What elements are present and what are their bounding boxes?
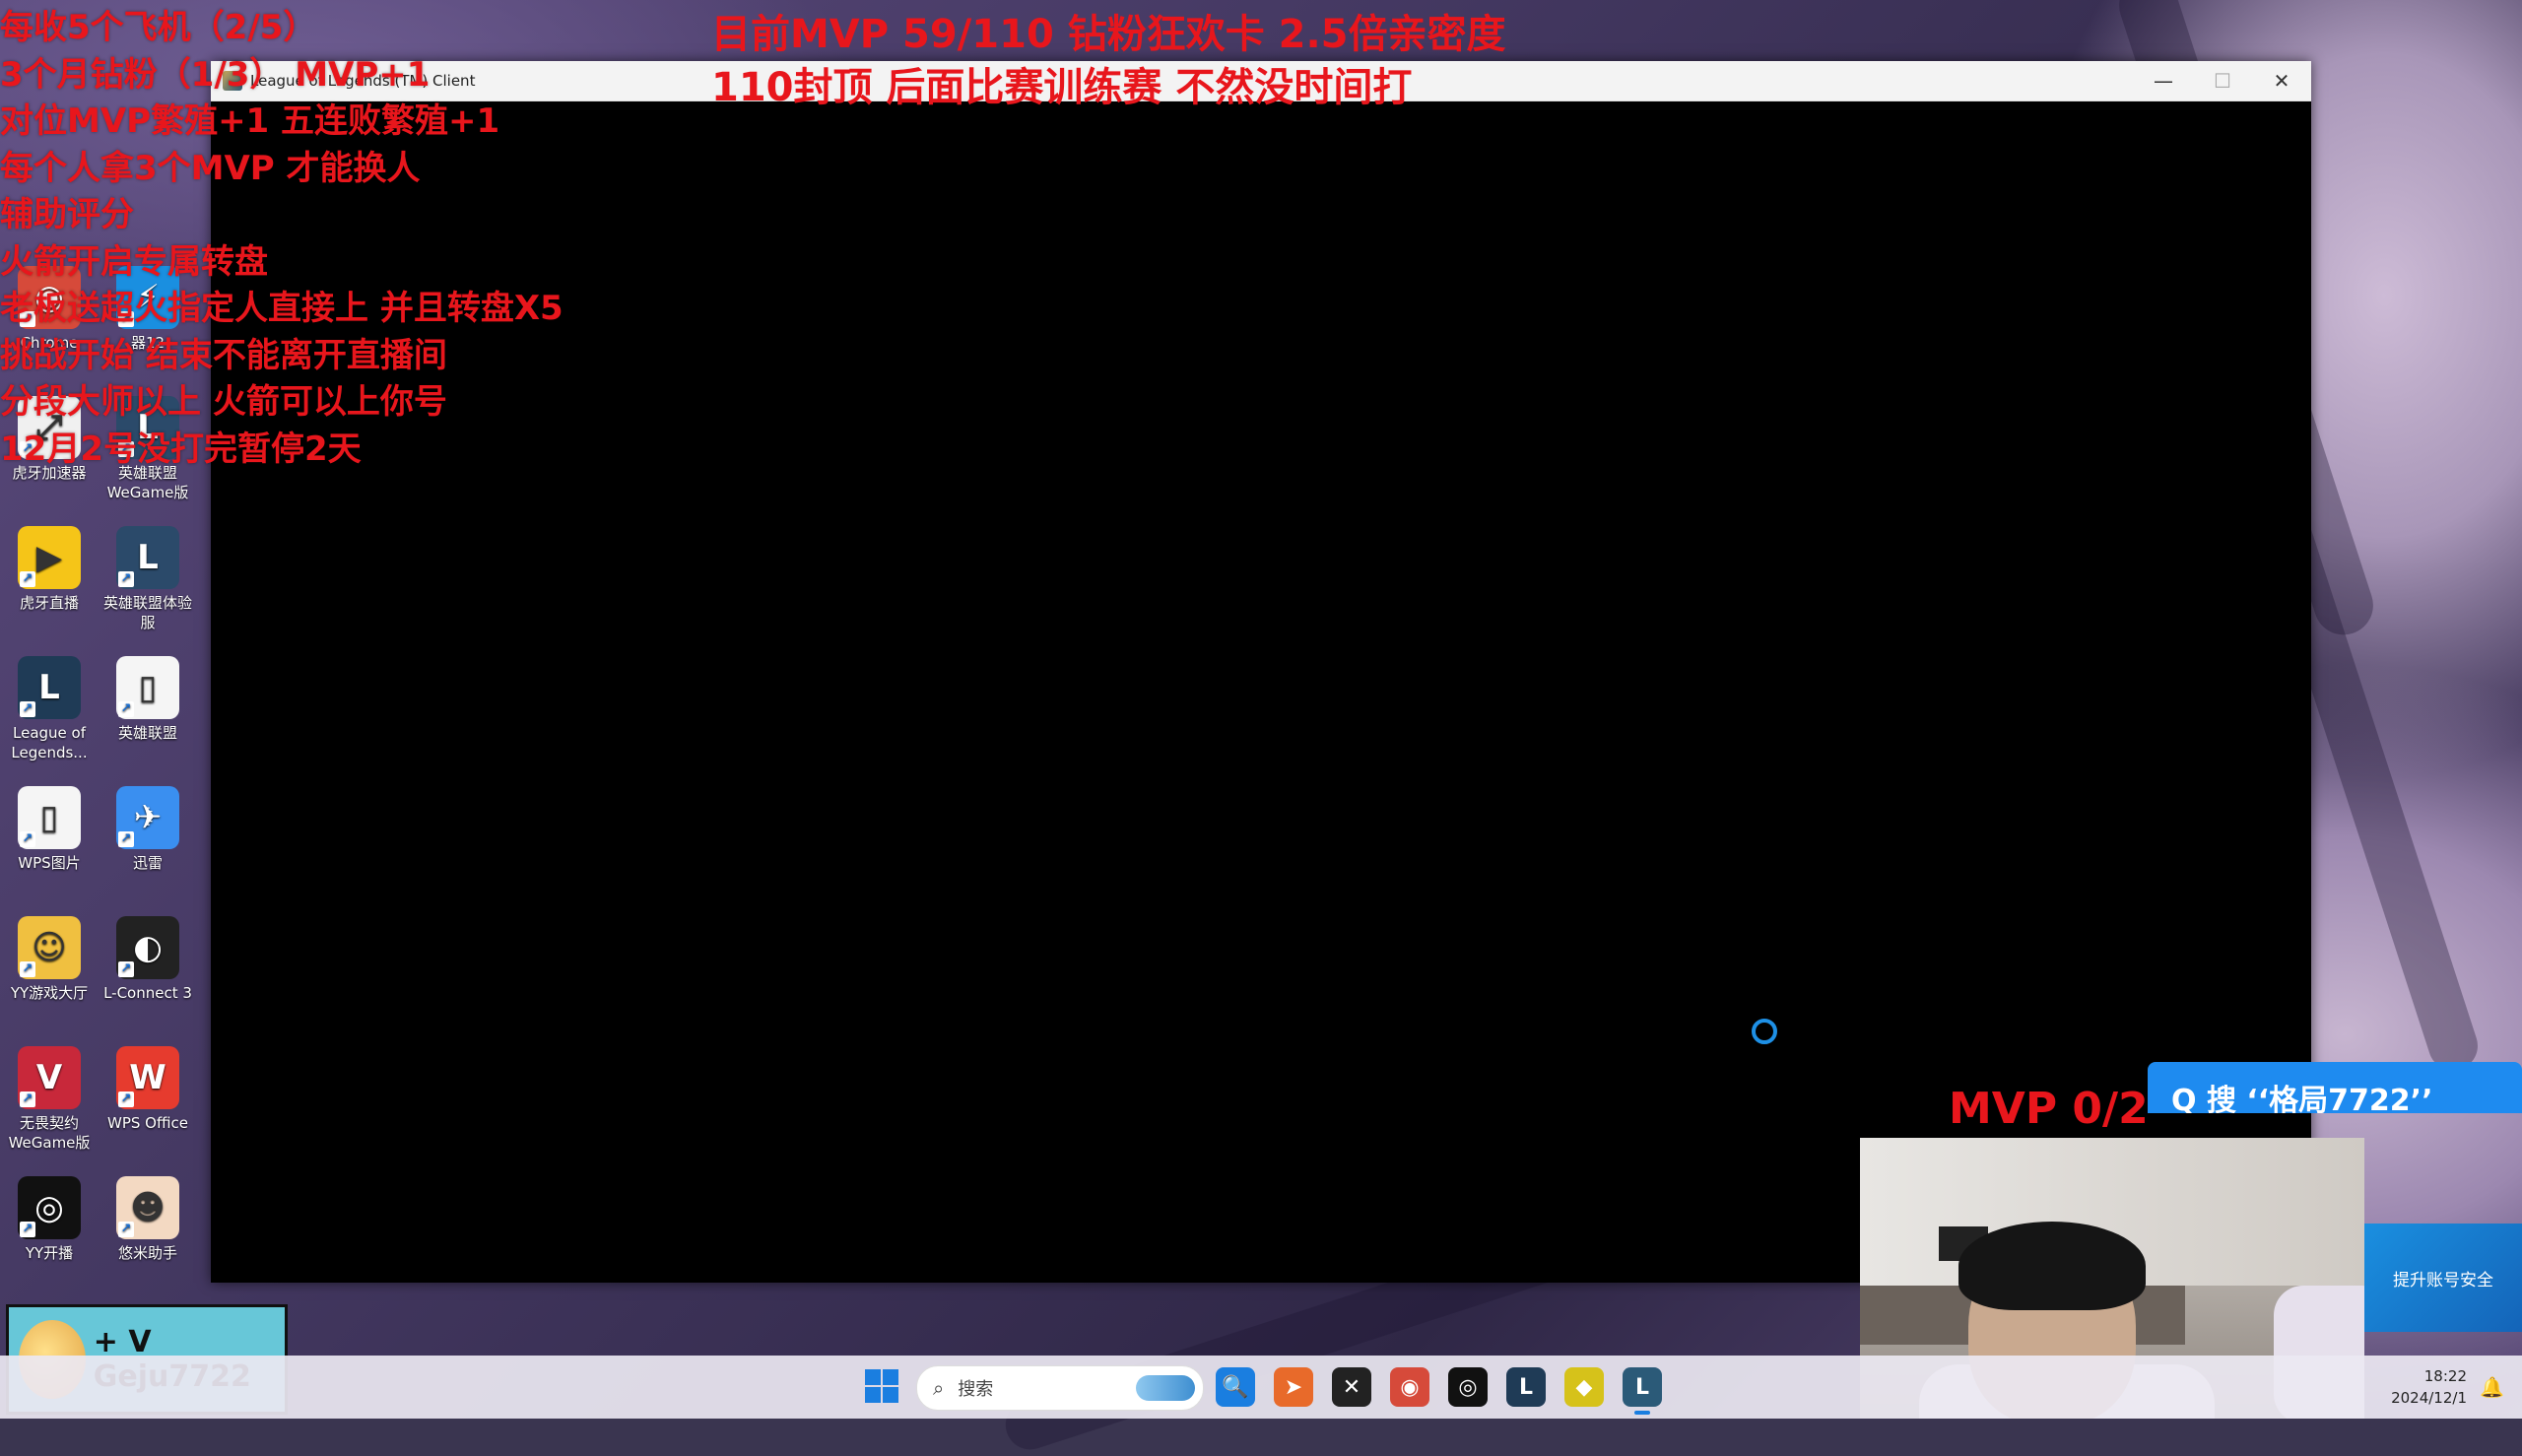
desktop-icon-label: League of Legends... — [11, 724, 88, 761]
desktop-icon-label: 迅雷 — [132, 854, 163, 872]
desktop-icon[interactable]: ▯ ↗ 英雄联盟 — [99, 656, 197, 743]
league-of-legends-icon[interactable]: L — [1506, 1367, 1546, 1407]
desktop-icon-label: WPS图片 — [18, 854, 81, 872]
desktop-icon[interactable]: ◐ ↗ L-Connect 3 — [99, 916, 197, 1003]
search-app-icon[interactable]: 🔍 — [1216, 1367, 1255, 1407]
browser-fox-icon[interactable]: ➤ — [1274, 1367, 1313, 1407]
desktop-icon[interactable]: V ↗ 无畏契约WeGame版 — [0, 1046, 99, 1153]
clock-date: 2024/12/1 — [2391, 1389, 2467, 1407]
shortcut-arrow-icon: ↗ — [20, 1222, 35, 1237]
account-security-tile[interactable]: 提升账号安全 — [2364, 1224, 2522, 1332]
chrome-icon[interactable]: ◉ — [1390, 1367, 1429, 1407]
taskbar-search-placeholder: 搜索 — [958, 1379, 994, 1400]
shortcut-arrow-icon: ↗ — [118, 831, 134, 847]
league-client-icon[interactable]: L — [1623, 1367, 1662, 1415]
overlay-rule-line: 老板送超火指定人直接上 并且转盘X5 — [0, 289, 564, 328]
desktop-icon[interactable]: ▶ ↗ 虎牙直播 — [0, 526, 99, 613]
desktop-icon-label: YY开播 — [25, 1244, 74, 1262]
desktop-icon[interactable]: L ↗ 英雄联盟体验服 — [99, 526, 197, 632]
webcam-person-hair — [1958, 1222, 2146, 1310]
capcut-icon[interactable]: ✕ — [1332, 1367, 1371, 1407]
shortcut-arrow-icon: ↗ — [118, 571, 134, 587]
system-tray[interactable]: 18:22 2024/12/1 🔔 — [2364, 1356, 2522, 1419]
shortcut-arrow-icon: ↗ — [20, 1092, 35, 1107]
overlay-rule-line: 12月2号没打完暂停2天 — [0, 429, 362, 469]
taskbar: ⌕ 搜索 🔍 ➤ ✕ ◉ ◎ L ◆ L 18:22 2024/12/1 🔔 — [0, 1356, 2522, 1419]
desktop-icon-label: 悠米助手 — [117, 1244, 177, 1262]
l-connect-icon: ◐ ↗ — [116, 916, 179, 979]
search-highlight-icon — [1136, 1375, 1195, 1401]
file-icon: ▯ ↗ — [116, 656, 179, 719]
shortcut-arrow-icon: ↗ — [20, 831, 35, 847]
overlay-rule-line: 辅助评分 — [0, 195, 134, 234]
loading-spinner-icon — [1752, 1019, 1777, 1044]
shortcut-arrow-icon: ↗ — [118, 961, 134, 977]
overlay-rule-line: 对位MVP繁殖+1 五连败繁殖+1 — [0, 101, 500, 141]
desktop-icon-label: L-Connect 3 — [103, 984, 192, 1002]
taskbar-search-box[interactable]: ⌕ 搜索 — [916, 1365, 1204, 1411]
shortcut-arrow-icon: ↗ — [118, 1092, 134, 1107]
overlay-rule-line: 每个人拿3个MVP 才能换人 — [0, 148, 421, 188]
close-button[interactable]: ✕ — [2252, 61, 2311, 100]
desktop-icon[interactable]: ▯ ↗ WPS图片 — [0, 786, 99, 873]
desktop-icon[interactable]: ☺ ↗ YY游戏大厅 — [0, 916, 99, 1003]
overlay-rule-line: 挑战开始 结束不能离开直播间 — [0, 335, 447, 375]
desktop-icon-label: YY游戏大厅 — [10, 984, 89, 1002]
desktop-icon[interactable]: L ↗ League of Legends... — [0, 656, 99, 762]
wps-office-icon: W ↗ — [116, 1046, 179, 1109]
league-of-legends-icon: L ↗ — [18, 656, 81, 719]
promo-search-banner: Q 搜 ‘‘格局7722’’ — [2148, 1062, 2522, 1113]
wps-image-icon: ▯ ↗ — [18, 786, 81, 849]
valorant-wegame-icon: V ↗ — [18, 1046, 81, 1109]
maximize-button[interactable]: ☐ — [2193, 61, 2252, 100]
overlay-rule-line: 火箭开启专属转盘 — [0, 241, 268, 282]
game-yellow-icon[interactable]: ◆ — [1564, 1367, 1604, 1407]
desktop-icon[interactable]: W ↗ WPS Office — [99, 1046, 197, 1133]
shortcut-arrow-icon: ↗ — [20, 701, 35, 717]
mvp-counter: MVP 0/2 — [1949, 1084, 2149, 1134]
yy-game-hall-icon: ☺ ↗ — [18, 916, 81, 979]
desktop-icon-label: 虎牙直播 — [19, 594, 79, 612]
start-button[interactable] — [865, 1369, 900, 1405]
notification-icon[interactable]: 🔔 — [2480, 1375, 2504, 1399]
overlay-headline-1: 目前MVP 59/110 钻粉狂欢卡 2.5倍亲密度 — [711, 12, 1506, 57]
yy-live-icon: ◎ ↗ — [18, 1176, 81, 1239]
thunder-icon: ✈ ↗ — [116, 786, 179, 849]
desktop-icon[interactable]: ☻ ↗ 悠米助手 — [99, 1176, 197, 1263]
desktop-icon[interactable]: ✈ ↗ 迅雷 — [99, 786, 197, 873]
clock-time: 18:22 — [2423, 1367, 2467, 1385]
huya-live-icon: ▶ ↗ — [18, 526, 81, 589]
overlay-rule-line: 分段大师以上 火箭可以上你号 — [0, 382, 447, 422]
overlay-rule-line: 每收5个飞机（2/5） — [0, 8, 317, 47]
lol-pbe-icon: L ↗ — [116, 526, 179, 589]
overlay-rule-line: 3个月钻粉（1/3） MVP+1 — [0, 54, 431, 95]
desktop-icon-label: 无畏契约WeGame版 — [8, 1114, 91, 1152]
youmi-assistant-icon: ☻ ↗ — [116, 1176, 179, 1239]
desktop-icon-label: 英雄联盟体验服 — [102, 594, 192, 631]
shortcut-arrow-icon: ↗ — [20, 961, 35, 977]
desktop-icon-label: 英雄联盟 — [117, 724, 177, 742]
overlay-headline-2: 110封顶 后面比赛训练赛 不然没时间打 — [711, 65, 1413, 110]
desktop-icon-label: WPS Office — [107, 1114, 188, 1132]
shortcut-arrow-icon: ↗ — [118, 1222, 134, 1237]
search-icon: ⌕ — [933, 1376, 945, 1400]
shortcut-arrow-icon: ↗ — [118, 701, 134, 717]
shortcut-arrow-icon: ↗ — [20, 571, 35, 587]
minimize-button[interactable]: — — [2134, 61, 2193, 100]
yy-live-icon[interactable]: ◎ — [1448, 1367, 1488, 1407]
desktop-icon[interactable]: ◎ ↗ YY开播 — [0, 1176, 99, 1263]
